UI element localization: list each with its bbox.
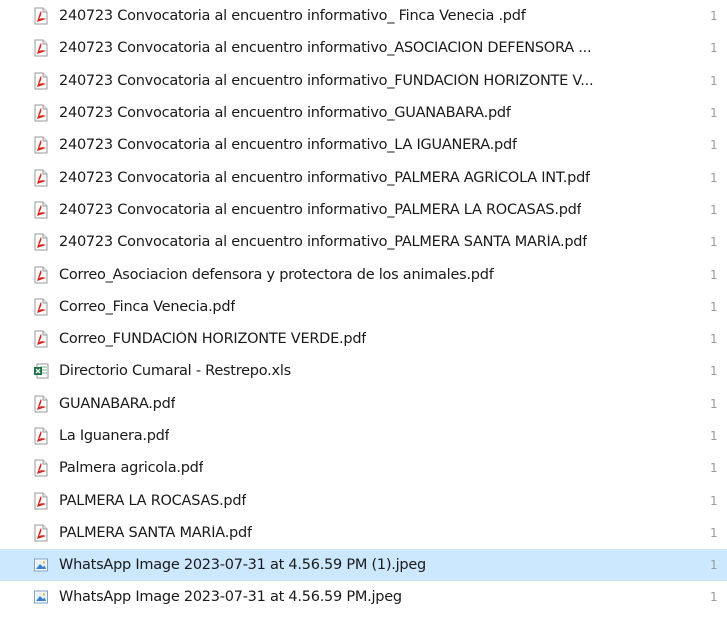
file-row-selected[interactable]: WhatsApp Image 2023-07-31 at 4.56.59 PM … bbox=[0, 549, 727, 582]
file-name: 240723 Convocatoria al encuentro informa… bbox=[59, 169, 590, 186]
file-column-cut: 1 bbox=[710, 590, 718, 605]
file-name: 240723 Convocatoria al encuentro informa… bbox=[59, 234, 588, 251]
file-row[interactable]: Correo_Asociacion defensora y protectora… bbox=[0, 258, 727, 290]
file-column-cut: 1 bbox=[710, 106, 718, 121]
pdf-icon bbox=[33, 7, 49, 25]
file-column-cut: 1 bbox=[710, 364, 718, 379]
file-name: Correo_Finca Venecia.pdf bbox=[59, 298, 236, 315]
file-column-cut: 1 bbox=[710, 138, 718, 153]
file-row[interactable]: La Iguanera.pdf 1 bbox=[0, 420, 727, 452]
file-column-cut: 1 bbox=[710, 332, 718, 347]
pdf-icon bbox=[33, 169, 49, 187]
file-column-cut: 1 bbox=[710, 73, 718, 88]
file-column-cut: 1 bbox=[710, 429, 718, 443]
pdf-icon bbox=[33, 266, 49, 284]
file-column-cut: 1 bbox=[710, 396, 718, 411]
file-row[interactable]: PALMERA SANTA MARÍA.pdf 1 bbox=[0, 517, 727, 549]
excel-icon bbox=[33, 362, 49, 380]
pdf-icon bbox=[33, 330, 49, 348]
file-column-cut: 1 bbox=[710, 41, 718, 56]
pdf-icon bbox=[33, 104, 49, 122]
file-column-cut: 1 bbox=[710, 558, 718, 573]
file-name: 240723 Convocatoria al encuentro informa… bbox=[59, 8, 526, 25]
file-name: WhatsApp Image 2023-07-31 at 4.56.59 PM.… bbox=[59, 589, 402, 606]
file-row[interactable]: 240723 Convocatoria al encuentro informa… bbox=[0, 129, 727, 161]
pdf-icon bbox=[33, 459, 49, 477]
file-list: 240723 Convocatoria al encuentro informa… bbox=[0, 0, 727, 619]
pdf-icon bbox=[33, 395, 49, 413]
file-name: Correo_FUNDACIÓN HORIZONTE VERDE.pdf bbox=[59, 331, 367, 348]
file-row[interactable]: 240723 Convocatoria al encuentro informa… bbox=[0, 161, 727, 193]
file-column-cut: 1 bbox=[710, 9, 718, 24]
image-icon bbox=[33, 556, 49, 574]
file-row[interactable]: 240723 Convocatoria al encuentro informa… bbox=[0, 194, 727, 226]
image-icon bbox=[33, 588, 49, 606]
pdf-icon bbox=[33, 136, 49, 154]
file-row[interactable]: 240723 Convocatoria al encuentro informa… bbox=[0, 97, 727, 129]
file-row[interactable]: 240723 Convocatoria al encuentro informa… bbox=[0, 32, 727, 64]
file-column-cut: 1 bbox=[710, 267, 718, 282]
pdf-icon bbox=[33, 298, 49, 316]
pdf-icon bbox=[33, 201, 49, 219]
file-name: 240723 Convocatoria al encuentro informa… bbox=[59, 105, 511, 122]
file-row[interactable]: 240723 Convocatoria al encuentro informa… bbox=[0, 65, 727, 97]
file-row[interactable]: Directorio Cumaral - Restrepo.xls 1 bbox=[0, 355, 727, 387]
file-name: 240723 Convocatoria al encuentro informa… bbox=[59, 201, 582, 218]
file-name: 240723 Convocatoria al encuentro informa… bbox=[59, 72, 594, 89]
file-row[interactable]: Palmera agricola.pdf 1 bbox=[0, 452, 727, 484]
pdf-icon bbox=[33, 492, 49, 510]
file-column-cut: 1 bbox=[710, 202, 718, 217]
file-column-cut: 1 bbox=[710, 235, 718, 250]
file-row[interactable]: WhatsApp Image 2023-07-31 at 4.56.59 PM.… bbox=[0, 581, 727, 613]
file-name: La Iguanera.pdf bbox=[59, 428, 170, 444]
file-name: GUANABARA.pdf bbox=[59, 395, 176, 412]
file-column-cut: 1 bbox=[710, 461, 718, 476]
file-name: Palmera agricola.pdf bbox=[59, 460, 204, 477]
file-name: PALMERA LA ROCASAS.pdf bbox=[59, 492, 247, 509]
file-column-cut: 1 bbox=[710, 299, 718, 314]
file-name: 240723 Convocatoria al encuentro informa… bbox=[59, 40, 592, 57]
file-row[interactable]: 240723 Convocatoria al encuentro informa… bbox=[0, 0, 727, 32]
file-name: Directorio Cumaral - Restrepo.xls bbox=[59, 363, 291, 380]
pdf-icon bbox=[33, 524, 49, 542]
file-row[interactable]: 240723 Convocatoria al encuentro informa… bbox=[0, 226, 727, 258]
pdf-icon bbox=[33, 39, 49, 57]
pdf-icon bbox=[33, 233, 49, 251]
file-name: Correo_Asociacion defensora y protectora… bbox=[59, 266, 494, 283]
file-name: WhatsApp Image 2023-07-31 at 4.56.59 PM … bbox=[59, 557, 426, 574]
pdf-icon bbox=[33, 427, 49, 445]
file-column-cut: 1 bbox=[710, 493, 718, 508]
file-row[interactable]: Correo_FUNDACIÓN HORIZONTE VERDE.pdf 1 bbox=[0, 323, 727, 355]
file-name: PALMERA SANTA MARÍA.pdf bbox=[59, 524, 252, 541]
file-row[interactable]: Correo_Finca Venecia.pdf 1 bbox=[0, 291, 727, 323]
file-row[interactable]: PALMERA LA ROCASAS.pdf 1 bbox=[0, 484, 727, 516]
file-column-cut: 1 bbox=[710, 525, 718, 540]
pdf-icon bbox=[33, 72, 49, 90]
file-column-cut: 1 bbox=[710, 170, 718, 185]
file-row[interactable]: GUANABARA.pdf 1 bbox=[0, 388, 727, 420]
file-name: 240723 Convocatoria al encuentro informa… bbox=[59, 137, 517, 154]
